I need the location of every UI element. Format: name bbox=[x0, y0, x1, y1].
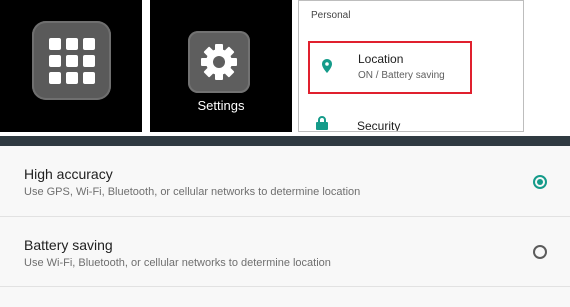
radio-button-icon[interactable] bbox=[533, 175, 547, 189]
security-setting-item[interactable]: Security bbox=[357, 119, 400, 131]
settings-gear-icon bbox=[201, 44, 237, 80]
mode-option-battery-saving[interactable]: Battery saving Use Wi-Fi, Bluetooth, or … bbox=[0, 217, 570, 285]
settings-app-panel: Settings bbox=[150, 0, 292, 132]
mode-option-description: Use Wi-Fi, Bluetooth, or cellular networ… bbox=[24, 257, 331, 269]
personal-settings-panel: Personal Location ON / Battery saving Se… bbox=[298, 0, 524, 132]
apps-launcher-button[interactable] bbox=[32, 21, 111, 100]
mode-option-title: Battery saving bbox=[24, 237, 113, 253]
mode-option-description: Use GPS, Wi-Fi, Bluetooth, or cellular n… bbox=[24, 186, 361, 198]
mode-option-high-accuracy[interactable]: High accuracy Use GPS, Wi-Fi, Bluetooth,… bbox=[0, 146, 570, 216]
apps-grid-icon bbox=[49, 38, 95, 84]
settings-app-label: Settings bbox=[197, 98, 245, 113]
personal-section-header: Personal bbox=[311, 10, 351, 21]
radio-button-icon[interactable] bbox=[533, 245, 547, 259]
lock-icon bbox=[316, 116, 328, 130]
location-pin-icon bbox=[322, 59, 332, 73]
top-bar bbox=[0, 136, 570, 146]
location-status: ON / Battery saving bbox=[358, 70, 445, 81]
location-mode-panel: High accuracy Use GPS, Wi-Fi, Bluetooth,… bbox=[0, 136, 570, 307]
apps-launcher-panel bbox=[0, 0, 142, 132]
location-setting-item[interactable]: Location ON / Battery saving bbox=[308, 41, 472, 94]
divider bbox=[0, 286, 570, 287]
mode-option-title: High accuracy bbox=[24, 166, 113, 182]
settings-app-button[interactable] bbox=[188, 31, 250, 93]
location-title: Location bbox=[358, 52, 404, 66]
